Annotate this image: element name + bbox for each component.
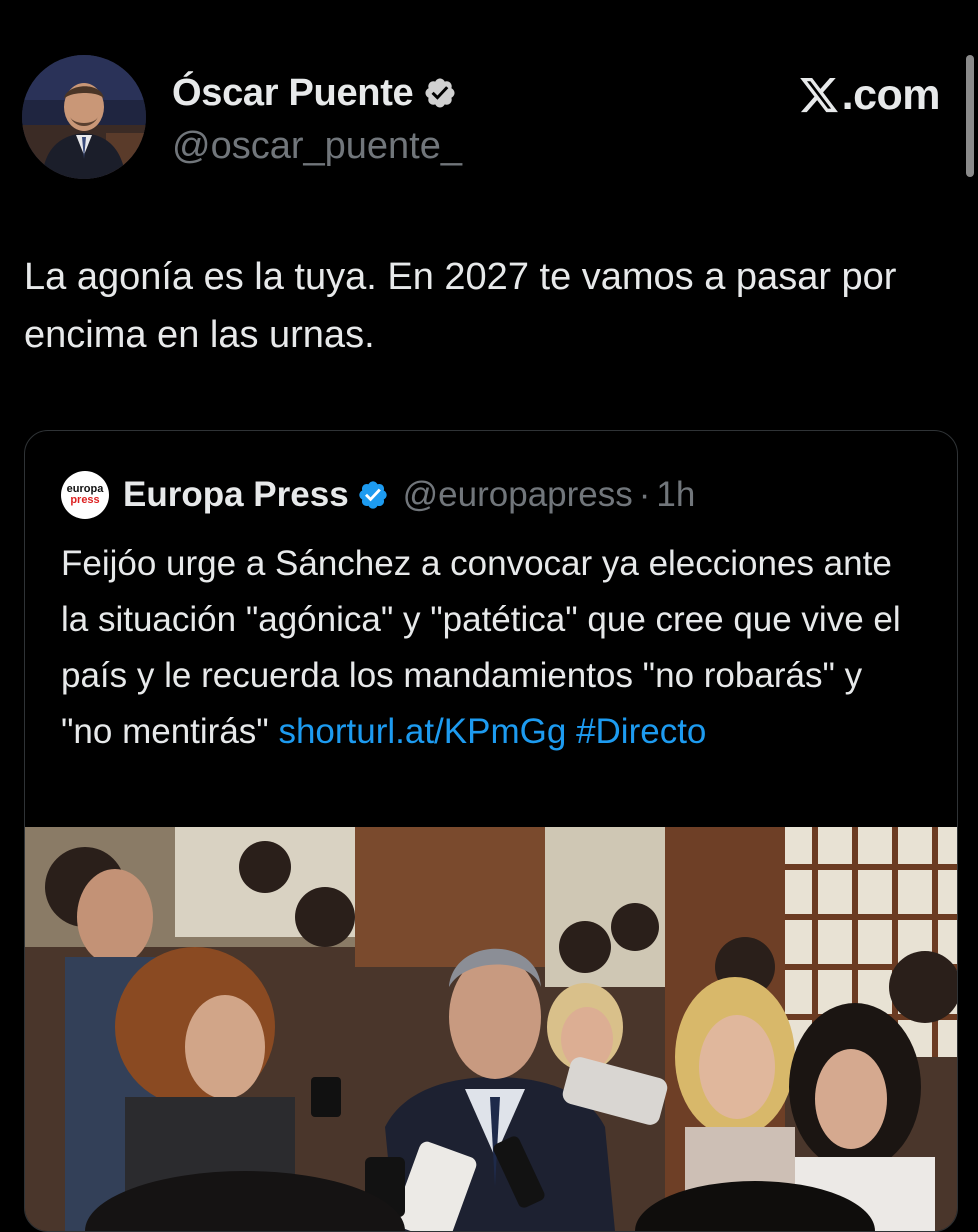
separator-dot: · [638,475,651,514]
quoted-media-photo[interactable] [25,827,957,1231]
quoted-hashtag[interactable]: #Directo [576,712,706,751]
x-brand: .com [798,69,941,121]
author-name-row: Óscar Puente [172,67,457,119]
brand-label: .com [841,70,941,119]
quoted-author-handle[interactable]: @europapress [403,475,633,515]
europa-press-avatar[interactable]: europa press [61,471,109,519]
quoted-author-name[interactable]: Europa Press [123,475,349,515]
avatar-logo-line2: press [70,494,100,506]
quoted-tweet-card[interactable]: europa press Europa Press @europapress ·… [24,430,958,1232]
author-name[interactable]: Óscar Puente [172,72,414,115]
scrollbar[interactable] [966,55,974,177]
quoted-tweet-header: europa press Europa Press @europapress ·… [61,471,695,519]
quoted-timestamp[interactable]: 1h [656,475,695,515]
verified-badge-icon [423,76,457,110]
author-handle[interactable]: @oscar_puente_ [172,125,462,168]
author-avatar[interactable] [22,55,146,179]
quoted-tweet-text: Feijóo urge a Sánchez a convocar ya elec… [61,536,921,760]
tweet-header: Óscar Puente @oscar_puente_ .com [22,55,962,180]
quoted-link[interactable]: shorturl.at/KPmGg [278,712,566,751]
tweet-text: La agonía es la tuya. En 2027 te vamos a… [24,256,897,356]
verified-badge-icon [358,481,387,509]
x-logo-icon [799,77,838,113]
